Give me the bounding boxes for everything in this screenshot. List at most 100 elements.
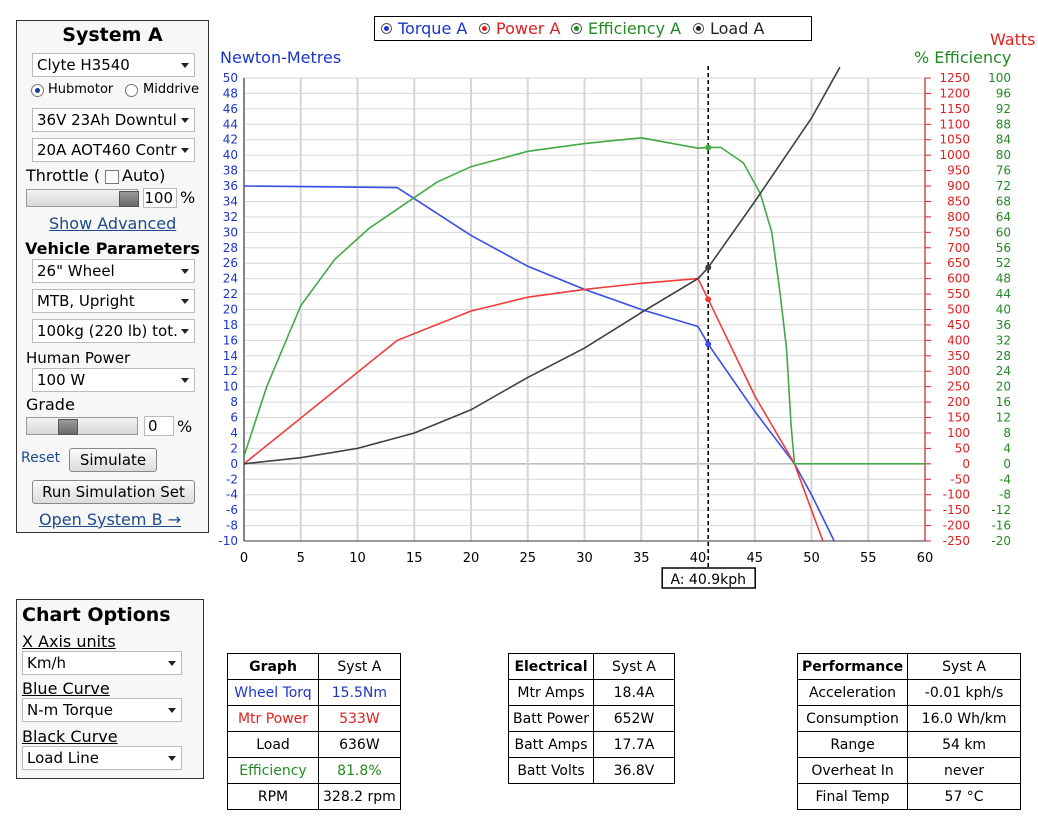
left-tick-label: 48 bbox=[223, 86, 238, 100]
efficiency-tick-label: 68 bbox=[996, 194, 1011, 208]
x-tick-label: 25 bbox=[519, 551, 536, 566]
left-tick-label: 24 bbox=[223, 272, 238, 286]
watts-tick-label: -200 bbox=[943, 519, 970, 533]
efficiency-tick-label: 20 bbox=[996, 380, 1011, 394]
watts-tick-label: 100 bbox=[947, 426, 970, 440]
power-curve bbox=[244, 277, 824, 541]
left-tick-label: 50 bbox=[223, 71, 238, 85]
efficiency-tick-label: 8 bbox=[1003, 426, 1011, 440]
wheel-torque-label: Wheel Torq bbox=[227, 679, 319, 706]
acceleration-label: Acceleration bbox=[796, 679, 909, 706]
left-tick-label: 46 bbox=[223, 102, 238, 116]
table-row: Load 636W bbox=[227, 731, 401, 758]
cursor-label: A: 40.9kph bbox=[670, 572, 746, 588]
table-row: Efficiency 81.8% bbox=[227, 757, 401, 784]
blue-curve-select[interactable]: N-m Torque bbox=[22, 698, 182, 722]
battery-power-label: Batt Power bbox=[508, 705, 594, 732]
electrical-syst-a-header: Syst A bbox=[593, 653, 675, 680]
performance-chart[interactable]: 5048464442403836343230282624222018161412… bbox=[0, 0, 1038, 600]
left-tick-label: 34 bbox=[223, 194, 238, 208]
left-tick-label: 10 bbox=[223, 380, 238, 394]
table-row: Final Temp 57 °C bbox=[796, 783, 1022, 810]
x-tick-label: 30 bbox=[576, 551, 593, 566]
efficiency-value: 81.8% bbox=[318, 757, 401, 784]
watts-tick-label: 750 bbox=[947, 225, 970, 239]
range-value: 54 km bbox=[907, 731, 1022, 758]
x-tick-label: 35 bbox=[633, 551, 650, 566]
watts-tick-label: -150 bbox=[943, 503, 970, 517]
left-tick-label: 28 bbox=[223, 241, 238, 255]
battery-volts-value: 36.8V bbox=[593, 757, 675, 784]
watts-tick-label: 650 bbox=[947, 256, 970, 270]
power-curve-cursor-point bbox=[705, 296, 712, 303]
left-tick-label: 12 bbox=[223, 364, 238, 378]
left-tick-label: 18 bbox=[223, 318, 238, 332]
watts-tick-label: 50 bbox=[955, 441, 970, 455]
efficiency-tick-label: 48 bbox=[996, 272, 1011, 286]
chevron-down-icon bbox=[168, 708, 176, 713]
watts-tick-label: 200 bbox=[947, 395, 970, 409]
efficiency-tick-label: 0 bbox=[1003, 457, 1011, 471]
chevron-down-icon bbox=[168, 661, 176, 666]
table-row: Overheat In never bbox=[796, 757, 1022, 784]
watts-tick-label: 0 bbox=[962, 457, 970, 471]
efficiency-tick-label: 28 bbox=[996, 349, 1011, 363]
x-axis-units-select[interactable]: Km/h bbox=[22, 651, 182, 675]
watts-tick-label: -50 bbox=[950, 472, 970, 486]
x-tick-label: 10 bbox=[349, 551, 366, 566]
graph-header: Graph bbox=[227, 653, 319, 680]
watts-tick-label: 300 bbox=[947, 364, 970, 378]
watts-tick-label: 550 bbox=[947, 287, 970, 301]
left-tick-label: 4 bbox=[230, 426, 238, 440]
range-label: Range bbox=[796, 731, 909, 758]
efficiency-tick-label: 84 bbox=[996, 133, 1011, 147]
left-tick-label: -8 bbox=[226, 519, 238, 533]
left-tick-label: 8 bbox=[230, 395, 238, 409]
final-temp-label: Final Temp bbox=[796, 783, 909, 810]
x-tick-label: 45 bbox=[746, 551, 763, 566]
performance-header: Performance bbox=[796, 653, 909, 680]
x-axis-units-value: Km/h bbox=[27, 654, 67, 672]
graph-syst-a-header: Syst A bbox=[318, 653, 401, 680]
overheat-value: never bbox=[907, 757, 1022, 784]
rpm-label: RPM bbox=[227, 783, 319, 810]
graph-table: Graph Syst A Wheel Torq 15.5Nm Mtr Power… bbox=[227, 653, 401, 810]
efficiency-tick-label: 12 bbox=[996, 411, 1011, 425]
torque-curve-cursor-point bbox=[705, 341, 712, 348]
watts-tick-label: 500 bbox=[947, 303, 970, 317]
efficiency-tick-label: -4 bbox=[999, 472, 1011, 486]
watts-tick-label: 350 bbox=[947, 349, 970, 363]
table-row: Mtr Power 533W bbox=[227, 705, 401, 732]
performance-syst-a-header: Syst A bbox=[907, 653, 1022, 680]
watts-tick-label: 250 bbox=[947, 380, 970, 394]
motor-power-value: 533W bbox=[318, 705, 401, 732]
efficiency-tick-label: 76 bbox=[996, 164, 1011, 178]
efficiency-tick-label: 4 bbox=[1003, 441, 1011, 455]
black-curve-value: Load Line bbox=[27, 749, 100, 767]
left-tick-label: 20 bbox=[223, 303, 238, 317]
x-tick-label: 20 bbox=[463, 551, 480, 566]
motor-amps-label: Mtr Amps bbox=[508, 679, 594, 706]
left-tick-label: -6 bbox=[226, 503, 238, 517]
x-tick-label: 0 bbox=[240, 551, 248, 566]
table-row: Consumption 16.0 Wh/km bbox=[796, 705, 1022, 732]
left-tick-label: 30 bbox=[223, 225, 238, 239]
consumption-label: Consumption bbox=[796, 705, 909, 732]
left-tick-label: 32 bbox=[223, 210, 238, 224]
efficiency-tick-label: 24 bbox=[996, 364, 1011, 378]
x-tick-label: 5 bbox=[297, 551, 305, 566]
table-row: RPM 328.2 rpm bbox=[227, 783, 401, 810]
efficiency-tick-label: 40 bbox=[996, 303, 1011, 317]
consumption-value: 16.0 Wh/km bbox=[907, 705, 1022, 732]
efficiency-tick-label: 32 bbox=[996, 333, 1011, 347]
efficiency-tick-label: 44 bbox=[996, 287, 1011, 301]
black-curve-select[interactable]: Load Line bbox=[22, 746, 182, 770]
watts-tick-label: 1050 bbox=[939, 133, 970, 147]
efficiency-tick-label: 36 bbox=[996, 318, 1011, 332]
watts-tick-label: 1100 bbox=[939, 117, 970, 131]
table-row: Acceleration -0.01 kph/s bbox=[796, 679, 1022, 706]
watts-tick-label: 150 bbox=[947, 411, 970, 425]
left-tick-label: 6 bbox=[230, 411, 238, 425]
efficiency-tick-label: 88 bbox=[996, 117, 1011, 131]
table-row: Mtr Amps 18.4A bbox=[508, 679, 675, 706]
